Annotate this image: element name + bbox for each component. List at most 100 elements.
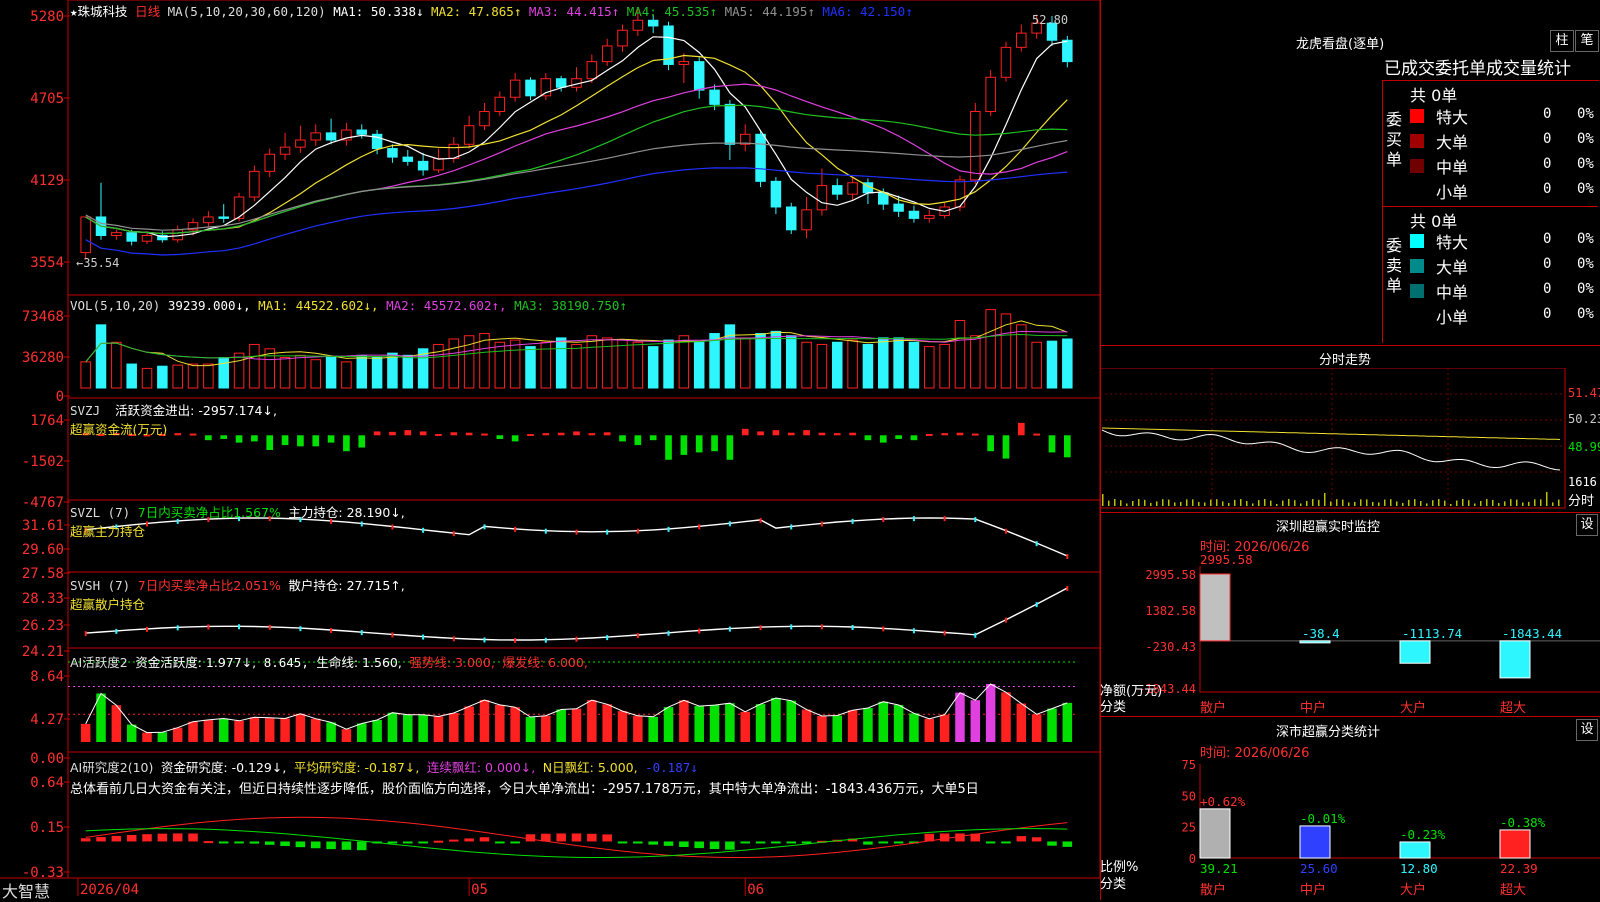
bar-mode-button[interactable]: 柱: [1550, 30, 1574, 52]
svzj-bar: [1033, 433, 1040, 436]
svzj-bar: [649, 435, 657, 441]
volume-bar: [770, 330, 782, 389]
svzj-bar: [603, 432, 611, 436]
ai-bar: [633, 715, 643, 742]
dragon-row: 中单 0 0%: [1410, 279, 1600, 303]
stock-name: 珠城科技: [77, 4, 128, 19]
candle-body: [770, 180, 782, 208]
intraday-volume-bar: [1234, 499, 1236, 506]
intraday-volume-bar: [1162, 499, 1164, 506]
ai-research-bar: [172, 833, 183, 842]
ma1-value: MA1: 50.338↓: [333, 4, 424, 19]
ai-research-bar: [786, 841, 796, 844]
ai-bar: [1001, 692, 1011, 742]
ai-bar: [694, 706, 704, 742]
sz-stats-cat-label: 中户: [1300, 882, 1326, 898]
svzj-bar: [634, 435, 642, 446]
volume-bar: [1046, 340, 1058, 389]
candle-body: [325, 132, 337, 141]
ai-bar: [832, 715, 843, 742]
candle-body: [693, 61, 705, 91]
kline-y-tick: 3554: [30, 255, 64, 271]
sz-monitor-value-label: -38.4: [1302, 626, 1340, 641]
svzj-bar: [757, 431, 764, 436]
intraday-volume-bar: [1528, 501, 1530, 506]
ai-bar: [387, 712, 398, 742]
volume-bar: [970, 335, 981, 389]
dragon-row: 特大 0 0%: [1410, 104, 1600, 128]
ai-bar: [556, 709, 566, 742]
volume-bar: [878, 337, 889, 389]
high-label: 52.80: [1032, 13, 1069, 27]
sz-stats-settings-button[interactable]: 设: [1576, 719, 1598, 741]
candle-body: [1000, 46, 1012, 78]
volume-bar: [816, 343, 828, 389]
ai-bar: [234, 720, 244, 742]
x-tick-label: 06: [747, 882, 764, 898]
ai2-header: AI研究度2(10) 资金研究度: -0.129↓, 平均研究度: -0.187…: [70, 760, 698, 775]
ai-bar: [985, 684, 996, 742]
x-tick-label: 2026/04: [80, 882, 139, 898]
intraday-volume-bar: [1492, 499, 1494, 506]
ai-bar: [924, 718, 935, 742]
volume-bar: [862, 343, 874, 389]
candle-body: [279, 146, 291, 155]
volume-bar: [157, 365, 168, 389]
ai-bar: [372, 719, 382, 742]
ai-bar: [786, 700, 796, 742]
ai-research-bar: [648, 841, 658, 845]
intraday-volume-bar: [1330, 501, 1332, 506]
ai-bar: [403, 714, 413, 742]
intraday-volume-bar: [1300, 503, 1302, 506]
volume-bar: [341, 361, 352, 389]
intraday-volume-bar: [1438, 499, 1440, 506]
ai-research-bar: [663, 841, 674, 846]
ai-research-bar: [203, 841, 214, 844]
svzj-bar: [358, 435, 366, 448]
intraday-volume-bar: [1390, 499, 1392, 506]
intraday-volume-bar: [1468, 500, 1470, 506]
svsh-y-tick: 28.33: [22, 591, 64, 607]
candle-body: [924, 215, 935, 219]
candle-body: [218, 216, 229, 219]
sz-monitor-settings-button[interactable]: 设: [1576, 514, 1598, 536]
candle-body: [203, 216, 214, 224]
sz-stats-y-tick: 75: [1182, 758, 1196, 772]
volume-bar: [571, 343, 582, 389]
volume-series: [80, 309, 1073, 389]
ai-research-bar: [740, 841, 750, 844]
intraday-volume-bar: [1180, 501, 1182, 506]
svzj-bar: [1048, 435, 1056, 453]
candle-body: [893, 203, 904, 212]
intraday-volume-bar: [1186, 499, 1188, 506]
candle-body: [816, 185, 828, 211]
dragon-header: 已成交委托单成交量统计: [1384, 59, 1571, 79]
row-count: 0: [1543, 106, 1552, 122]
intraday-volume-bar: [1108, 500, 1110, 506]
ma4-value: MA4: 45.535↑: [619, 4, 718, 19]
ai-bar: [449, 713, 459, 742]
ai-research-bar: [571, 833, 582, 842]
intraday-volume-bar: [1216, 499, 1218, 506]
svzj-bar: [496, 435, 504, 439]
row-count: 0: [1543, 306, 1552, 322]
tick-mode-button[interactable]: 笔: [1575, 30, 1599, 52]
ai-bar: [847, 710, 858, 742]
ai-research-bar: [939, 833, 950, 842]
ai-bar: [264, 717, 275, 742]
volume-bar: [448, 338, 460, 389]
ai-research-bar: [587, 833, 597, 842]
svzj-bar: [327, 435, 335, 443]
sz-monitor-xlabel: 分类: [1100, 700, 1127, 715]
sz-stats-bar: [1299, 825, 1331, 859]
sz-monitor-y-tick: -230.43: [1145, 640, 1196, 654]
ai-research-bar: [218, 841, 229, 844]
ma3-line: [85, 83, 1068, 235]
svzj-bar: [772, 430, 780, 436]
intraday-chart[interactable]: [1100, 368, 1600, 513]
ai-bar: [602, 704, 612, 742]
vol-y-tick: 73468: [22, 309, 64, 325]
candle-body: [601, 45, 613, 63]
candle-body: [586, 61, 598, 80]
row-name: 大单: [1436, 133, 1469, 152]
